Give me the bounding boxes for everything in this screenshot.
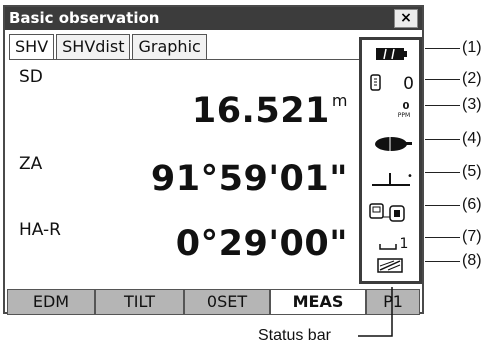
status-bar-caption: Status bar <box>258 327 331 344</box>
caption-pointer <box>358 287 393 337</box>
